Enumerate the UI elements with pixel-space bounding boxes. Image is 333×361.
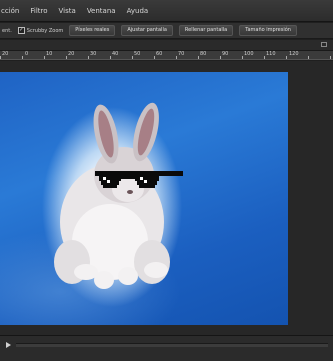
- menu-bar: cción Filtro Vista Ventana Ayuda: [0, 0, 333, 22]
- menu-window[interactable]: Ventana: [87, 7, 116, 15]
- rabbit-illustration: [54, 102, 183, 289]
- ruler-label: 90: [222, 51, 229, 57]
- ruler-label: 20: [2, 51, 9, 57]
- ruler-label: 110: [266, 51, 276, 57]
- menu-help[interactable]: Ayuda: [127, 7, 149, 15]
- ruler-label: 50: [134, 51, 141, 57]
- document-canvas-image[interactable]: [0, 72, 288, 325]
- menu-selection[interactable]: cción: [1, 7, 19, 15]
- ruler-label: 80: [200, 51, 207, 57]
- tool-options-bar: ent. ✓ Scrubby Zoom Píxeles reales Ajust…: [0, 23, 333, 39]
- scrubby-zoom-option[interactable]: ✓ Scrubby Zoom: [17, 27, 64, 34]
- ruler-label: 100: [244, 51, 254, 57]
- ruler-label: 20: [68, 51, 75, 57]
- ruler-label: 0: [25, 51, 29, 57]
- timeline-track[interactable]: [16, 343, 328, 347]
- timeline-panel: [0, 335, 333, 361]
- menu-view[interactable]: Vista: [59, 7, 76, 15]
- document-tab-bar: [0, 40, 333, 51]
- ruler-label: 40: [112, 51, 119, 57]
- ruler-label: 10: [46, 51, 53, 57]
- horizontal-ruler: 20 0 10 20 30 40 50 60 70 80 90 100 110 …: [0, 51, 333, 60]
- fill-screen-button[interactable]: Rellenar pantalla: [178, 25, 234, 36]
- pixel-sunglasses: [95, 171, 183, 188]
- play-icon[interactable]: [6, 342, 11, 348]
- print-size-button[interactable]: Tamaño impresión: [239, 25, 297, 36]
- actual-pixels-button[interactable]: Píxeles reales: [69, 25, 116, 36]
- ruler-label: 60: [156, 51, 163, 57]
- options-label: ent.: [2, 27, 12, 34]
- collapse-panel-icon[interactable]: [321, 42, 327, 47]
- menu-filter[interactable]: Filtro: [30, 7, 47, 15]
- ruler-label: 30: [90, 51, 97, 57]
- scrubby-zoom-label: Scrubby Zoom: [26, 27, 64, 34]
- ruler-label: 120: [289, 51, 299, 57]
- fit-screen-button[interactable]: Ajustar pantalla: [121, 25, 173, 36]
- scrubby-zoom-checkbox[interactable]: ✓: [17, 27, 25, 34]
- ruler-label: 70: [178, 51, 185, 57]
